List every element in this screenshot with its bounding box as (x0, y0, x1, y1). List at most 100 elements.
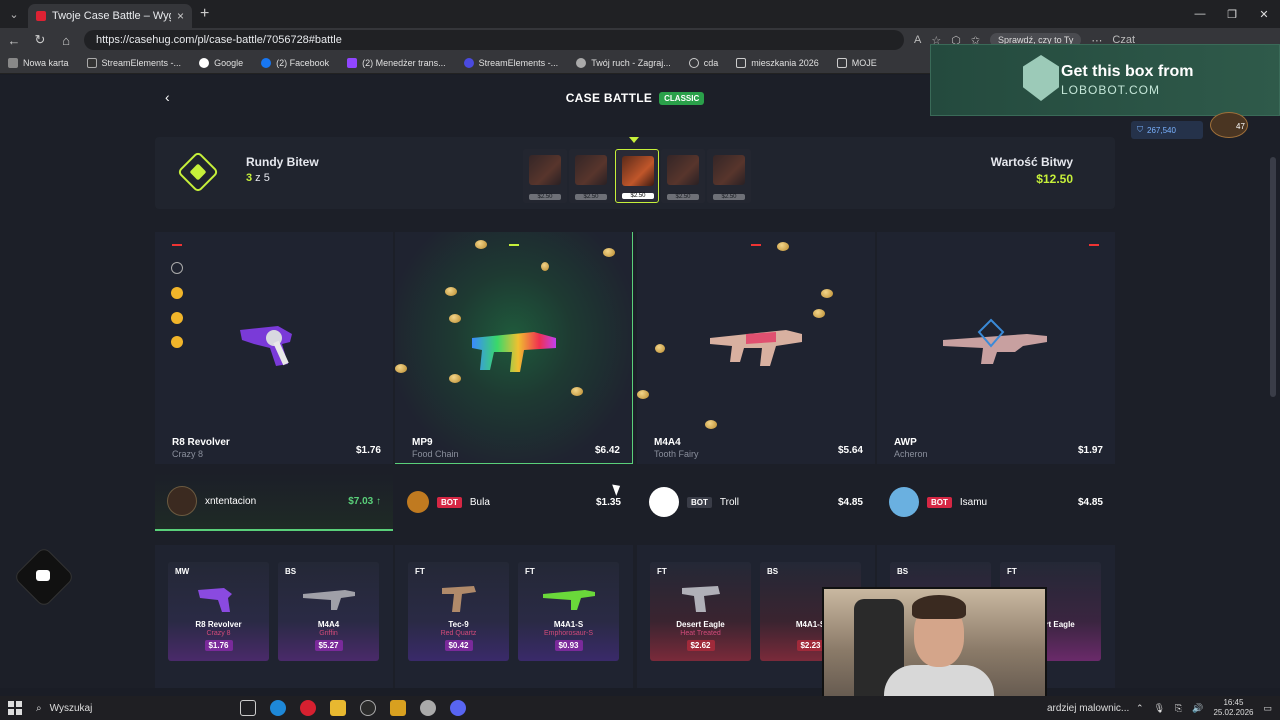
m4a1s-icon (542, 590, 595, 610)
tray-chevron-icon[interactable]: ⌃ (1136, 703, 1144, 714)
network-icon[interactable]: ⎘ (1175, 703, 1182, 714)
case-price: $2.50 (575, 194, 607, 200)
mp9-image (471, 332, 556, 372)
drop-card[interactable]: FT Desert Eagle Heat Treated $2.62 (650, 562, 751, 661)
back-arrow-icon[interactable]: ← (6, 33, 22, 48)
emoji-sad-icon[interactable] (171, 287, 183, 299)
news-widget[interactable]: ardziej malownic... (1047, 696, 1129, 720)
windows-start-icon[interactable] (8, 701, 22, 715)
player-row-1[interactable]: xntentacion $7.03 ↑ (155, 473, 393, 531)
balance-badge[interactable]: ⛉ 267,540 (1131, 121, 1203, 139)
browser-tab-bar: ⌄ Twoje Case Battle – Wygrywaj × + — ❐ ✕ (0, 0, 1280, 28)
player-row-4[interactable]: BOT Isamu $4.85 (877, 473, 1115, 531)
emoji-picker-icon[interactable] (171, 262, 183, 274)
case-thumb-active[interactable]: $2.50 (615, 149, 659, 203)
m4a4-icon (302, 590, 355, 610)
browser-tab[interactable]: Twoje Case Battle – Wygrywaj × (28, 4, 192, 28)
close-window-icon[interactable]: ✕ (1248, 0, 1280, 28)
item-skin: Tooth Fairy (654, 449, 699, 459)
bookmark-label: StreamElements -... (101, 57, 182, 68)
emoji-worried-icon[interactable] (171, 312, 183, 324)
bookmark-label: (2) Facebook (276, 57, 330, 68)
battle-value-label: Wartość Bitwy (990, 155, 1073, 169)
balance-value: 267,540 (1147, 125, 1176, 135)
bookmark-label: Google (214, 57, 244, 68)
avatar (407, 491, 429, 513)
player-column-2: MP9 Food Chain $6.42 (395, 232, 633, 464)
restore-icon[interactable]: ❐ (1216, 0, 1248, 28)
app-icon[interactable] (390, 700, 406, 716)
bookmark-7[interactable]: cda (688, 57, 718, 68)
microphone-icon[interactable]: 🎙 (1154, 703, 1165, 714)
case-price: $2.50 (622, 193, 654, 199)
reload-icon[interactable]: ↻ (32, 32, 48, 48)
translate-icon[interactable]: A (914, 34, 921, 46)
emoji-shocked-icon[interactable] (171, 336, 183, 348)
drop-card[interactable]: FT Tec-9 Red Quartz $0.42 (408, 562, 509, 661)
player-name: Bula (469, 496, 490, 508)
case-thumb[interactable]: $2.50 (707, 149, 751, 203)
bookmark-1[interactable]: StreamElements -... (86, 57, 182, 68)
new-tab-icon[interactable]: + (200, 5, 209, 23)
avatar (649, 487, 679, 517)
obs-icon[interactable] (360, 700, 376, 716)
clock[interactable]: 16:45 25.02.2026 (1213, 698, 1253, 718)
case-strip: $2.50 $2.50 $2.50 $2.50 $2.50 (523, 149, 751, 203)
notifications-icon[interactable]: ▭ (1263, 703, 1272, 714)
drop-card[interactable]: MW R8 Revolver Crazy 8 $1.76 (168, 562, 269, 661)
item-name: MP9 (412, 437, 433, 448)
user-level: 47 (1236, 122, 1245, 131)
coin-icon (655, 344, 665, 353)
bookmark-5[interactable]: StreamElements -... (463, 57, 558, 68)
discord-icon[interactable] (450, 700, 466, 716)
item-skin: Crazy 8 (172, 449, 204, 459)
edge-icon[interactable] (270, 700, 286, 716)
case-thumb[interactable]: $2.50 (569, 149, 613, 203)
app-icon[interactable] (420, 700, 436, 716)
tab-close-icon[interactable]: × (177, 9, 184, 23)
bookmark-9[interactable]: MOJE (836, 57, 877, 68)
tab-search-chevron-icon[interactable]: ⌄ (0, 0, 28, 28)
lobobot-ad-banner[interactable]: Get this box from LOBOBOT.COM (930, 44, 1280, 116)
bookmark-3[interactable]: (2) Facebook (261, 57, 330, 68)
bookmark-8[interactable]: mieszkania 2026 (736, 57, 819, 68)
minimize-icon[interactable]: — (1184, 0, 1216, 28)
url-field[interactable]: https://casehug.com/pl/case-battle/70567… (84, 30, 904, 50)
folder-icon (836, 57, 847, 68)
drops-column-1: MW R8 Revolver Crazy 8 $1.76 BS M4A4 Gri… (155, 545, 393, 688)
search-icon: ⌕ (36, 702, 42, 714)
bookmark-6[interactable]: Twój ruch - Zagraj... (576, 57, 671, 68)
drop-condition: BS (767, 567, 779, 576)
bookmark-0[interactable]: Nowa karta (8, 57, 69, 68)
home-icon[interactable]: ⌂ (58, 33, 74, 48)
bookmark-2[interactable]: Google (199, 57, 244, 68)
tab-title: Twoje Case Battle – Wygrywaj (52, 10, 171, 22)
taskbar-search[interactable]: ⌕ Wyszukaj (36, 703, 226, 714)
drop-price: $0.93 (554, 640, 583, 651)
opera-icon[interactable] (300, 700, 316, 716)
page-scrollbar[interactable] (1270, 157, 1276, 397)
url-text: https://casehug.com/pl/case-battle/70567… (96, 34, 342, 46)
task-view-icon[interactable] (240, 700, 256, 716)
case-thumb[interactable]: $2.50 (523, 149, 567, 203)
tec9-icon (441, 586, 476, 612)
drops-column-2: FT Tec-9 Red Quartz $0.42 FT M4A1-S Emph… (395, 545, 633, 688)
file-explorer-icon[interactable] (330, 700, 346, 716)
drop-card[interactable]: FT M4A1-S Emphorosaur-S $0.93 (518, 562, 619, 661)
bookmark-label: (2) Menedżer trans... (362, 57, 446, 68)
drop-skin: Red Quartz (440, 630, 477, 637)
r8-revolver-image (240, 326, 292, 366)
taskbar-search-label: Wyszukaj (49, 702, 93, 714)
drop-name: R8 Revolver (195, 620, 242, 629)
back-chevron-icon[interactable]: ‹ (165, 89, 170, 105)
player-name: Isamu (959, 496, 988, 508)
case-price: $2.50 (667, 194, 699, 200)
volume-icon[interactable]: 🔊 (1192, 703, 1203, 714)
player-row-2[interactable]: BOT Bula $1.35 (395, 473, 633, 531)
case-thumb[interactable]: $2.50 (661, 149, 705, 203)
bookmark-4[interactable]: (2) Menedżer trans... (347, 57, 446, 68)
player-row-3[interactable]: BOT Troll $4.85 (637, 473, 875, 531)
drop-card[interactable]: BS M4A4 Griffin $5.27 (278, 562, 379, 661)
bookmark-label: Nowa karta (23, 57, 69, 68)
player-total: $4.85 (1077, 496, 1103, 508)
